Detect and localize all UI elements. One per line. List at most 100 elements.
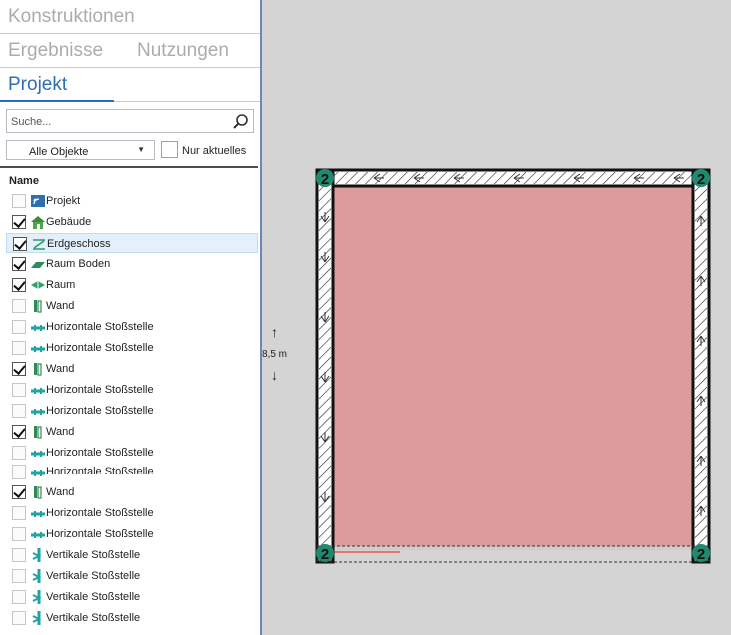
tree-item-checkbox[interactable] — [12, 485, 26, 499]
tree-item[interactable]: Horizontale Stoßstelle — [6, 401, 258, 421]
tree-item-label: Horizontale Stoßstelle — [46, 321, 154, 333]
dimension-arrow-up-icon: ↑ — [271, 324, 278, 340]
object-filter-select[interactable]: Alle Objekte ▼ — [6, 140, 155, 160]
sidebar-panel: Konstruktionen Ergebnisse Nutzungen Proj… — [0, 0, 262, 635]
tree-item-checkbox[interactable] — [12, 278, 26, 292]
wall-right[interactable] — [691, 168, 711, 564]
tree-item-label: Horizontale Stoßstelle — [46, 528, 154, 540]
tree-item[interactable]: Gebäude — [6, 212, 258, 232]
wall-icon — [30, 484, 46, 500]
floor-icon — [31, 236, 47, 252]
tree-item[interactable]: Horizontale Stoßstelle — [6, 524, 258, 544]
tree-item[interactable]: Wand — [6, 422, 258, 442]
tree-item[interactable]: Horizontale Stoßstelle — [6, 462, 258, 482]
tree-item-checkbox[interactable] — [12, 341, 26, 355]
tree-item-checkbox[interactable] — [12, 465, 26, 479]
tab-projekt[interactable]: Projekt — [8, 74, 67, 96]
tree-item[interactable]: Horizontale Stoßstelle — [6, 317, 258, 337]
horizontal-joint-icon — [30, 382, 46, 398]
node-label: 2 — [321, 171, 329, 188]
tab-row-3: Projekt — [0, 68, 260, 102]
wall-top[interactable] — [315, 168, 711, 188]
tree-item-checkbox[interactable] — [12, 194, 26, 208]
tree-item-checkbox[interactable] — [12, 215, 26, 229]
vertical-joint-icon — [30, 610, 46, 626]
node-label: 2 — [321, 546, 329, 563]
tree-item-label: Horizontale Stoßstelle — [46, 507, 154, 519]
tree-item-checkbox[interactable] — [12, 569, 26, 583]
room-icon — [30, 277, 46, 293]
tree-item-checkbox[interactable] — [12, 362, 26, 376]
tree-item-label: Horizontale Stoßstelle — [46, 384, 154, 396]
tab-nutzungen[interactable]: Nutzungen — [137, 40, 229, 62]
tree-item-checkbox[interactable] — [13, 237, 27, 251]
search-icon[interactable] — [231, 112, 251, 132]
tree-item-label: Vertikale Stoßstelle — [46, 612, 141, 624]
tree-item[interactable]: Raum — [6, 275, 258, 295]
tree-item-checkbox[interactable] — [12, 446, 26, 460]
tree-item-checkbox[interactable] — [12, 506, 26, 520]
tree-item-label: Projekt — [46, 195, 81, 207]
horizontal-joint-icon — [30, 403, 46, 419]
object-tree: Projekt Gebäude Erdgeschoss Raum Boden Raum W… — [0, 190, 260, 635]
horizontal-joint-icon — [30, 464, 46, 480]
tree-item-checkbox[interactable] — [12, 527, 26, 541]
project-icon — [30, 193, 46, 209]
vertical-joint-icon — [30, 589, 46, 605]
room-area[interactable] — [333, 186, 693, 548]
vertical-joint-icon — [30, 568, 46, 584]
tree-item[interactable]: Wand — [6, 296, 258, 316]
tree-item[interactable]: Vertikale Stoßstelle — [6, 545, 258, 565]
tree-item[interactable]: Horizontale Stoßstelle — [6, 338, 258, 358]
tree-item-checkbox[interactable] — [12, 299, 26, 313]
tree-item-checkbox[interactable] — [12, 548, 26, 562]
column-header-name[interactable]: Name — [9, 175, 39, 187]
room-floor-edge — [333, 546, 693, 550]
tree-item[interactable]: Erdgeschoss — [6, 233, 258, 253]
tree-item-checkbox[interactable] — [12, 257, 26, 271]
tree-item[interactable]: Horizontale Stoßstelle — [6, 380, 258, 400]
tree-item[interactable]: Wand — [6, 359, 258, 379]
horizontal-joint-icon — [30, 526, 46, 542]
tree-item[interactable]: Projekt — [6, 191, 258, 211]
horizontal-joint-icon — [30, 505, 46, 521]
horizontal-joint-icon — [30, 319, 46, 335]
tree-item-label: Erdgeschoss — [47, 238, 111, 250]
tree-item[interactable]: Vertikale Stoßstelle — [6, 587, 258, 607]
tree-item-label: Wand — [46, 426, 75, 438]
floor-plan-canvas[interactable]: 2 2 2 2 — [300, 160, 730, 580]
tab-konstruktionen[interactable]: Konstruktionen — [8, 6, 135, 28]
tab-row-2: Ergebnisse Nutzungen — [0, 34, 260, 68]
tree-item-checkbox[interactable] — [12, 425, 26, 439]
tree-item-checkbox[interactable] — [12, 404, 26, 418]
tab-row-1: Konstruktionen — [0, 0, 260, 34]
tree-item-checkbox[interactable] — [12, 611, 26, 625]
tree-item-label: Vertikale Stoßstelle — [46, 549, 141, 561]
tab-ergebnisse[interactable]: Ergebnisse — [8, 40, 103, 62]
dimension-label: 8,5 m — [262, 349, 288, 360]
tree-item[interactable]: Horizontale Stoßstelle — [6, 503, 258, 523]
tree-item-checkbox[interactable] — [12, 383, 26, 397]
horizontal-joint-icon — [30, 445, 46, 461]
horizontal-joint-icon — [30, 340, 46, 356]
only-current-label: Nur aktuelles — [182, 145, 247, 157]
tree-item[interactable]: Horizontale Stoßstelle — [6, 443, 258, 463]
tree-item[interactable]: Wand — [6, 482, 258, 502]
tree-item[interactable]: Raum Boden — [6, 254, 258, 274]
tree-item-label: Wand — [46, 300, 75, 312]
search-input[interactable] — [11, 113, 226, 130]
tree-item[interactable]: Vertikale Stoßstelle — [6, 566, 258, 586]
tree-item-label: Raum — [46, 279, 76, 291]
only-current-checkbox[interactable] — [161, 141, 178, 158]
wall-left[interactable] — [315, 168, 335, 564]
tree-item-checkbox[interactable] — [12, 590, 26, 604]
tree-item-label: Horizontale Stoßstelle — [46, 466, 154, 474]
tree-item[interactable]: Vertikale Stoßstelle — [6, 608, 258, 628]
wall-icon — [30, 361, 46, 377]
tree-item-label: Horizontale Stoßstelle — [46, 405, 154, 417]
node-label: 2 — [697, 171, 705, 188]
tree-item-label: Wand — [46, 363, 75, 375]
wall-icon — [30, 298, 46, 314]
tree-item-checkbox[interactable] — [12, 320, 26, 334]
tree-item-label: Wand — [46, 486, 75, 498]
